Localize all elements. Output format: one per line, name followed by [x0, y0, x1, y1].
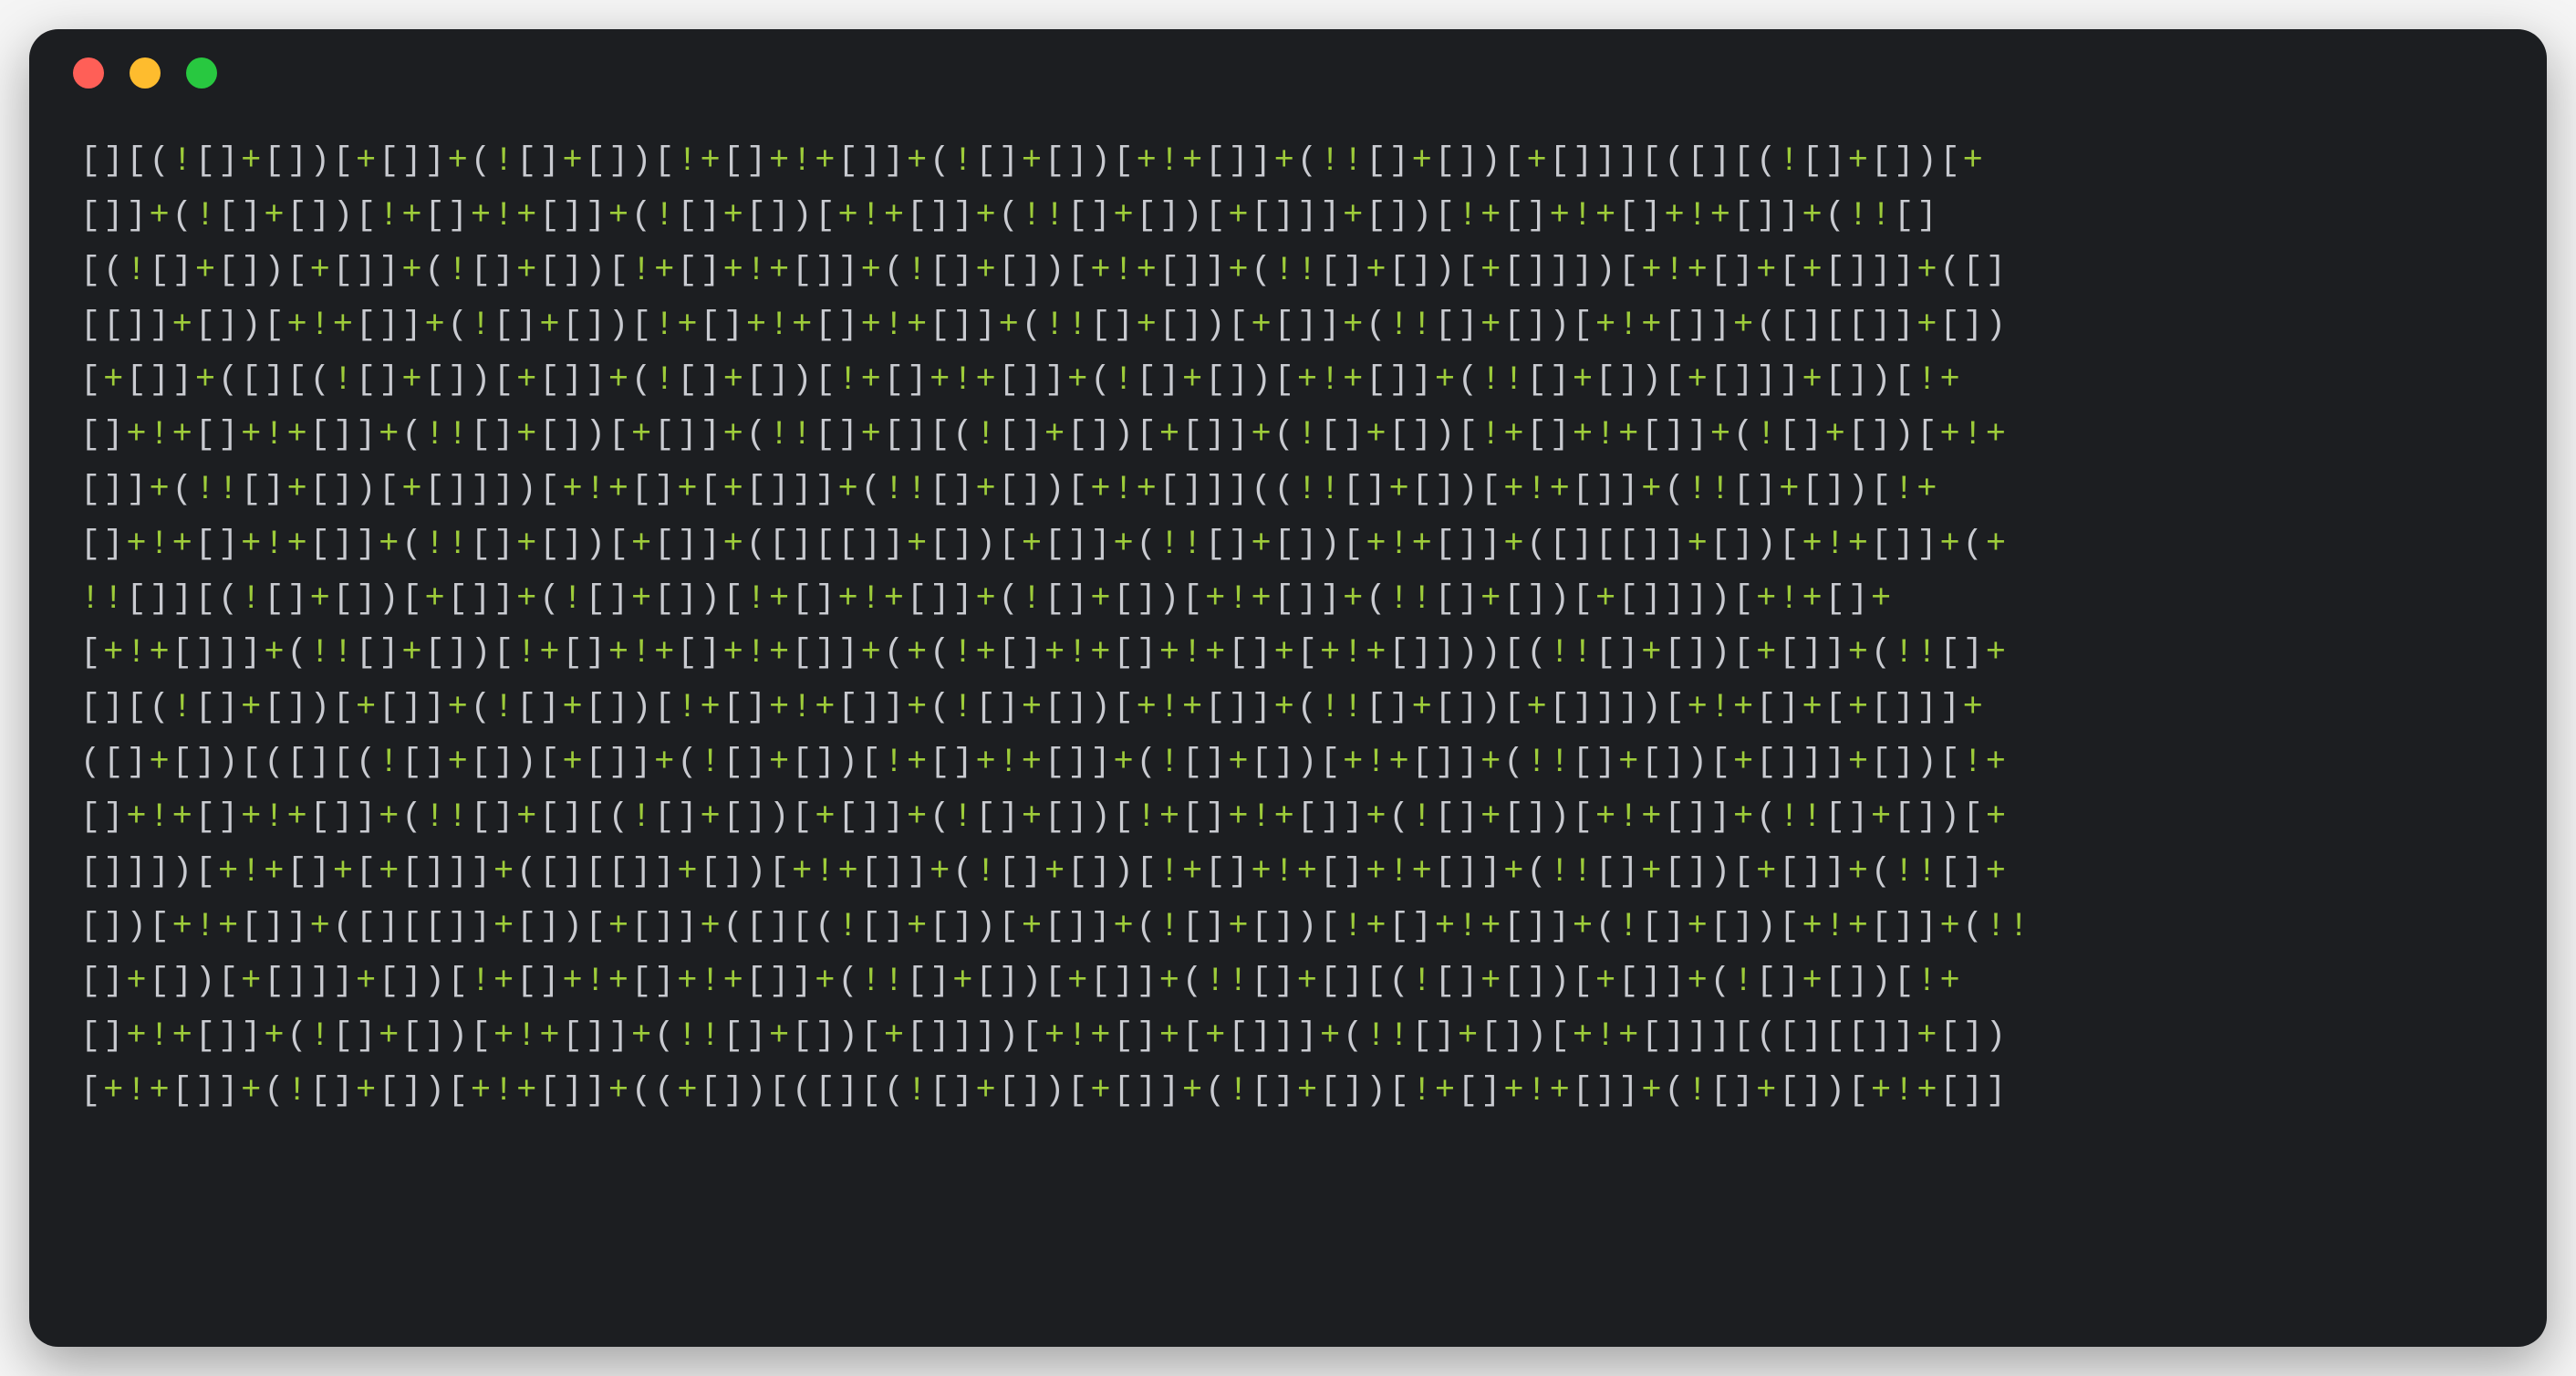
- terminal-window: [][(![]+[])[+[]]+(![]+[])[!+[]+!+[]]+(![…: [29, 29, 2547, 1347]
- code-block: [][(![]+[])[+[]]+(![]+[])[!+[]+!+[]]+(![…: [80, 135, 2496, 1120]
- minimize-icon[interactable]: [130, 57, 161, 89]
- code-area: [][(![]+[])[+[]]+(![]+[])[!+[]+!+[]]+(![…: [29, 117, 2547, 1347]
- close-icon[interactable]: [73, 57, 104, 89]
- window-titlebar: [29, 29, 2547, 117]
- zoom-icon[interactable]: [186, 57, 217, 89]
